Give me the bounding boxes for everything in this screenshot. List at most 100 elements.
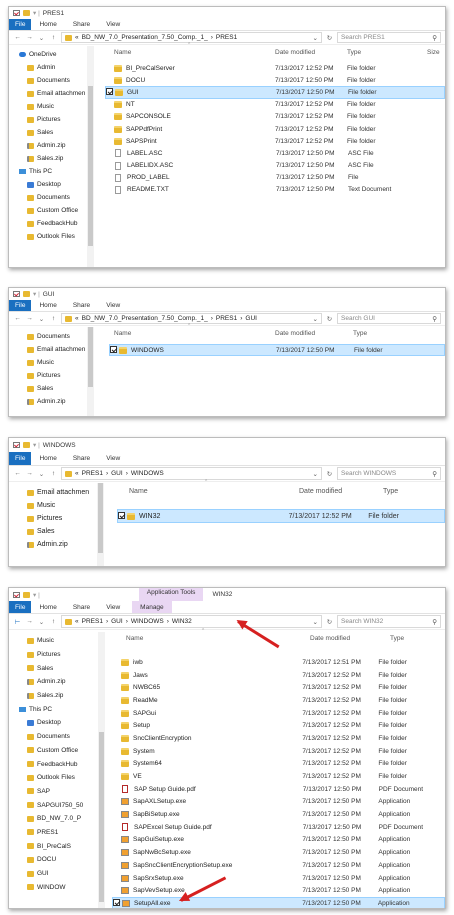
nav-item[interactable]: FeedbackHub bbox=[9, 757, 105, 771]
breadcrumb[interactable]: « BD_NW_7.0_Presentation_7.50_Comp._1_ ›… bbox=[61, 313, 322, 324]
file-row[interactable]: SAPSPrint 7/13/2017 12:52 PM File folder bbox=[105, 135, 445, 147]
nav-item[interactable]: BI_PreCalS bbox=[9, 839, 105, 853]
new-folder-icon[interactable] bbox=[23, 442, 30, 448]
file-row[interactable]: System 7/13/2017 12:52 PM File folder bbox=[112, 745, 445, 758]
file-row[interactable]: WINDOWS 7/13/2017 12:50 PM File folder bbox=[109, 344, 445, 357]
recent-locations-icon[interactable]: ⌄ bbox=[37, 315, 46, 323]
nav-item[interactable]: This PC bbox=[9, 165, 93, 178]
chevron-down-icon[interactable]: ⌄ bbox=[313, 618, 318, 626]
breadcrumb-item[interactable]: WINDOWS bbox=[131, 618, 164, 625]
nav-item[interactable]: Documents bbox=[9, 74, 93, 87]
nav-item[interactable]: Admin.zip bbox=[9, 139, 93, 152]
file-row[interactable]: LABEL.ASC 7/13/2017 12:50 PM ASC File bbox=[105, 147, 445, 159]
scrollbar-thumb[interactable] bbox=[88, 86, 93, 246]
search-input[interactable]: Search WINDOWS ⚲ bbox=[337, 467, 441, 480]
row-checkbox[interactable] bbox=[118, 511, 127, 521]
properties-icon[interactable] bbox=[13, 442, 20, 448]
nav-item[interactable]: This PC bbox=[9, 702, 105, 716]
file-row[interactable]: SetupAll.exe 7/13/2017 12:50 PM Applicatio… bbox=[112, 897, 445, 908]
nav-item[interactable]: Music bbox=[9, 100, 93, 113]
nav-item[interactable]: DOCU bbox=[9, 853, 105, 867]
back-arrow-icon[interactable]: ⊢ bbox=[13, 618, 22, 626]
tab-file[interactable]: File bbox=[9, 19, 32, 30]
breadcrumb-item[interactable]: WINDOWS bbox=[131, 470, 164, 477]
nav-item[interactable]: Admin.zip bbox=[9, 538, 103, 551]
nav-item[interactable]: SAP bbox=[9, 785, 105, 799]
file-row[interactable]: SapSncClientEncryptionSetup.exe 7/13/2017… bbox=[112, 859, 445, 872]
refresh-icon[interactable]: ↻ bbox=[325, 618, 334, 626]
file-row[interactable]: SapAXLSetup.exe 7/13/2017 12:50 PM Applica… bbox=[112, 796, 445, 809]
file-row[interactable]: GUI 7/13/2017 12:50 PM File folder bbox=[105, 86, 445, 99]
breadcrumb-item[interactable]: WIN32 bbox=[172, 618, 192, 625]
file-row[interactable]: SncClientEncryption 7/13/2017 12:52 PM Fil… bbox=[112, 732, 445, 745]
breadcrumb-item[interactable]: BD_NW_7.0_Presentation_7.50_Comp._1_ bbox=[82, 315, 208, 322]
refresh-icon[interactable]: ↻ bbox=[325, 315, 334, 323]
file-row[interactable]: SAPExcel Setup Guide.pdf 7/13/2017 12:50 … bbox=[112, 821, 445, 834]
qat-dropdown-icon[interactable]: ▾ | bbox=[33, 290, 40, 298]
breadcrumb-item[interactable]: PRES1 bbox=[82, 470, 103, 477]
properties-icon[interactable] bbox=[13, 10, 20, 16]
checkbox-checked-icon[interactable] bbox=[118, 511, 125, 519]
recent-locations-icon[interactable]: ⌄ bbox=[37, 470, 46, 478]
search-input[interactable]: Search GUI ⚲ bbox=[337, 313, 441, 324]
column-name[interactable]: Name bbox=[129, 488, 299, 495]
nav-item[interactable]: SAPGUI750_50 bbox=[9, 798, 105, 812]
file-row[interactable]: System64 7/13/2017 12:52 PM File folder bbox=[112, 758, 445, 771]
scrollbar-thumb[interactable] bbox=[99, 732, 104, 902]
row-checkbox[interactable] bbox=[113, 898, 122, 908]
back-arrow-icon[interactable]: ← bbox=[13, 34, 22, 41]
file-row[interactable]: SapVevSetup.exe 7/13/2017 12:50 PM Applica… bbox=[112, 884, 445, 897]
column-type[interactable]: Type bbox=[353, 330, 367, 337]
nav-item[interactable]: Pictures bbox=[9, 648, 105, 662]
column-type[interactable]: Type bbox=[383, 488, 398, 495]
forward-arrow-icon[interactable]: → bbox=[25, 618, 34, 625]
file-row[interactable]: SapBiSetup.exe 7/13/2017 12:50 PM Applicat… bbox=[112, 808, 445, 821]
search-input[interactable]: Search WIN32 ⚲ bbox=[337, 615, 441, 628]
qat-dropdown-icon[interactable]: ▾ | bbox=[33, 591, 40, 599]
recent-locations-icon[interactable]: ⌄ bbox=[37, 34, 46, 42]
tab-file[interactable]: File bbox=[9, 452, 32, 465]
nav-item[interactable]: Admin bbox=[9, 61, 93, 74]
nav-item[interactable]: Outlook Files bbox=[9, 771, 105, 785]
checkbox-checked-icon[interactable] bbox=[113, 898, 120, 906]
column-size[interactable]: Size bbox=[427, 49, 440, 56]
file-row[interactable]: NWBC65 7/13/2017 12:52 PM File folder bbox=[112, 681, 445, 694]
nav-item[interactable]: Sales bbox=[9, 126, 93, 139]
forward-arrow-icon[interactable]: → bbox=[25, 470, 34, 477]
chevron-down-icon[interactable]: ⌄ bbox=[313, 315, 318, 323]
new-folder-icon[interactable] bbox=[23, 291, 30, 297]
tab-share[interactable]: Share bbox=[65, 452, 98, 465]
tab-home[interactable]: Home bbox=[31, 19, 64, 30]
file-row[interactable]: SAPGui 7/13/2017 12:52 PM File folder bbox=[112, 707, 445, 720]
nav-item[interactable]: Sales.zip bbox=[9, 689, 105, 703]
nav-item[interactable]: WINDOW bbox=[9, 880, 105, 894]
tab-share[interactable]: Share bbox=[65, 601, 98, 613]
tab-share[interactable]: Share bbox=[65, 300, 98, 311]
scrollbar-thumb[interactable] bbox=[98, 483, 103, 553]
nav-item[interactable]: Desktop bbox=[9, 178, 93, 191]
nav-item[interactable]: Music bbox=[9, 634, 105, 648]
column-date-modified[interactable]: Date modified bbox=[275, 330, 353, 337]
checkbox-checked-icon[interactable] bbox=[106, 87, 113, 95]
search-input[interactable]: Search PRES1 ⚲ bbox=[337, 32, 441, 43]
new-folder-icon[interactable] bbox=[23, 591, 30, 598]
breadcrumb-item[interactable]: GUI bbox=[245, 315, 257, 322]
file-row[interactable]: NT 7/13/2017 12:52 PM File folder bbox=[105, 99, 445, 111]
file-row[interactable]: SapSrxSetup.exe 7/13/2017 12:50 PM Applica… bbox=[112, 872, 445, 885]
nav-item[interactable]: PRES1 bbox=[9, 826, 105, 840]
nav-item[interactable]: Documents bbox=[9, 330, 93, 343]
back-arrow-icon[interactable]: ← bbox=[13, 470, 22, 477]
nav-item[interactable]: Outlook Files bbox=[9, 230, 93, 243]
tab-file[interactable]: File bbox=[9, 300, 32, 311]
up-arrow-icon[interactable]: ↑ bbox=[49, 470, 58, 477]
breadcrumb-item[interactable]: PRES1 bbox=[82, 618, 103, 625]
nav-scrollbar[interactable] bbox=[87, 46, 94, 267]
back-arrow-icon[interactable]: ← bbox=[13, 315, 22, 322]
file-row[interactable]: SAPCONSOLE 7/13/2017 12:52 PM File folder bbox=[105, 111, 445, 123]
forward-arrow-icon[interactable]: → bbox=[25, 34, 34, 41]
nav-item[interactable]: Sales.zip bbox=[9, 152, 93, 165]
nav-item[interactable]: Pictures bbox=[9, 512, 103, 525]
breadcrumb-item[interactable]: PRES1 bbox=[216, 34, 237, 41]
nav-item[interactable]: FeedbackHub bbox=[9, 217, 93, 230]
column-type[interactable]: Type bbox=[390, 635, 404, 642]
